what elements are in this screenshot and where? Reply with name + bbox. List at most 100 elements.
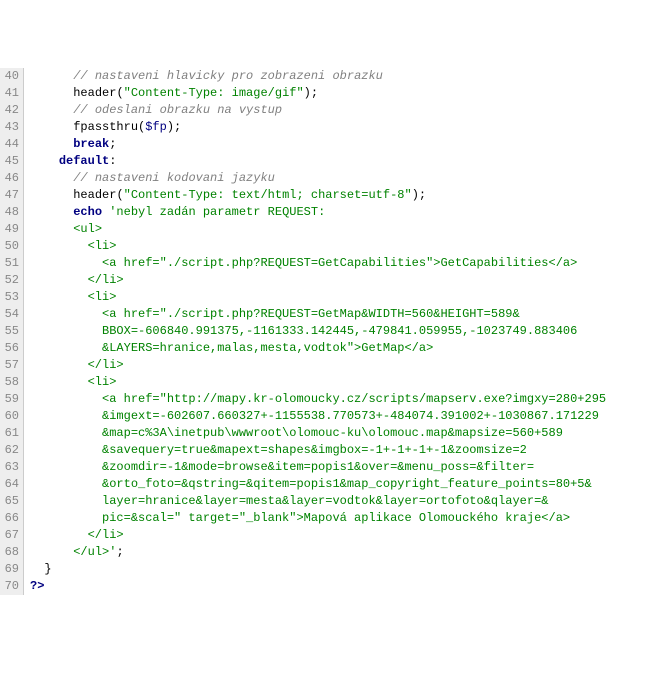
code-content: // nastaveni hlavicky pro zobrazeni obra…: [24, 68, 606, 595]
code-token: <a href="./script.php?REQUEST=GetMap&WID…: [102, 307, 520, 321]
code-line: header("Content-Type: image/gif");: [30, 85, 606, 102]
line-number: 51: [2, 255, 19, 272]
code-line: &savequery=true&mapext=shapes&imgbox=-1+…: [30, 442, 606, 459]
code-token: </li>: [88, 358, 124, 372]
code-token: );: [412, 188, 426, 202]
code-editor: 4041424344454647484950515253545556575859…: [0, 68, 669, 595]
code-token: pic=&scal=" target="_blank">Mapová aplik…: [102, 511, 570, 525]
code-line: // nastaveni hlavicky pro zobrazeni obra…: [30, 68, 606, 85]
code-line: &imgext=-602607.660327+-1155538.770573+-…: [30, 408, 606, 425]
line-number: 45: [2, 153, 19, 170]
code-line: <ul>: [30, 221, 606, 238]
code-token: layer=hranice&layer=mesta&layer=vodtok&l…: [102, 494, 548, 508]
line-number: 63: [2, 459, 19, 476]
line-number: 47: [2, 187, 19, 204]
code-line: break;: [30, 136, 606, 153]
code-line: &map=c%3A\inetpub\wwwroot\olomouc-ku\olo…: [30, 425, 606, 442]
code-token: // odeslani obrazku na vystup: [73, 103, 282, 117]
code-token: &LAYERS=hranice,malas,mesta,vodtok">GetM…: [102, 341, 433, 355]
line-number: 52: [2, 272, 19, 289]
code-token: &imgext=-602607.660327+-1155538.770573+-…: [102, 409, 599, 423]
code-token: echo: [73, 205, 102, 219]
line-number: 58: [2, 374, 19, 391]
code-token: 'nebyl zadán parametr REQUEST:: [109, 205, 325, 219]
code-token: );: [167, 120, 181, 134]
code-token: </li>: [88, 273, 124, 287]
code-line: <li>: [30, 238, 606, 255]
line-number: 60: [2, 408, 19, 425]
code-line: <li>: [30, 289, 606, 306]
code-line: <li>: [30, 374, 606, 391]
line-number: 68: [2, 544, 19, 561]
code-token: &map=c%3A\inetpub\wwwroot\olomouc-ku\olo…: [102, 426, 563, 440]
code-line: &zoomdir=-1&mode=browse&item=popis1&over…: [30, 459, 606, 476]
line-number: 69: [2, 561, 19, 578]
code-line: }: [30, 561, 606, 578]
line-number: 57: [2, 357, 19, 374]
line-number: 53: [2, 289, 19, 306]
code-line: // odeslani obrazku na vystup: [30, 102, 606, 119]
code-token: :: [109, 154, 116, 168]
line-number: 64: [2, 476, 19, 493]
code-line: <a href="http://mapy.kr-olomoucky.cz/scr…: [30, 391, 606, 408]
code-line: layer=hranice&layer=mesta&layer=vodtok&l…: [30, 493, 606, 510]
line-number: 40: [2, 68, 19, 85]
code-token: "Content-Type: text/html; charset=utf-8": [124, 188, 412, 202]
code-token: );: [304, 86, 318, 100]
code-line: &orto_foto=&qstring=&qitem=popis1&map_co…: [30, 476, 606, 493]
line-number-gutter: 4041424344454647484950515253545556575859…: [0, 68, 24, 595]
line-number: 49: [2, 221, 19, 238]
code-line: </li>: [30, 527, 606, 544]
code-token: default: [59, 154, 109, 168]
line-number: 54: [2, 306, 19, 323]
code-line: default:: [30, 153, 606, 170]
code-token: &savequery=true&mapext=shapes&imgbox=-1+…: [102, 443, 527, 457]
code-token: (: [116, 188, 123, 202]
code-line: </li>: [30, 272, 606, 289]
code-line: pic=&scal=" target="_blank">Mapová aplik…: [30, 510, 606, 527]
code-token: ;: [109, 137, 116, 151]
code-token: header: [73, 188, 116, 202]
code-token: <li>: [88, 375, 117, 389]
line-number: 48: [2, 204, 19, 221]
code-token: &orto_foto=&qstring=&qitem=popis1&map_co…: [102, 477, 592, 491]
code-line: fpassthru($fp);: [30, 119, 606, 136]
line-number: 50: [2, 238, 19, 255]
code-token: ?>: [30, 579, 44, 593]
line-number: 67: [2, 527, 19, 544]
code-token: <ul>: [73, 222, 102, 236]
code-line: <a href="./script.php?REQUEST=GetCapabil…: [30, 255, 606, 272]
line-number: 46: [2, 170, 19, 187]
code-line: BBOX=-606840.991375,-1161333.142445,-479…: [30, 323, 606, 340]
line-number: 41: [2, 85, 19, 102]
code-token: // nastaveni hlavicky pro zobrazeni obra…: [73, 69, 383, 83]
code-token: </ul>': [73, 545, 116, 559]
line-number: 56: [2, 340, 19, 357]
line-number: 55: [2, 323, 19, 340]
code-token: <li>: [88, 239, 117, 253]
code-line: &LAYERS=hranice,malas,mesta,vodtok">GetM…: [30, 340, 606, 357]
code-token: break: [73, 137, 109, 151]
line-number: 65: [2, 493, 19, 510]
line-number: 42: [2, 102, 19, 119]
code-line: ?>: [30, 578, 606, 595]
line-number: 62: [2, 442, 19, 459]
code-token: </li>: [88, 528, 124, 542]
code-token: <li>: [88, 290, 117, 304]
code-token: ;: [116, 545, 123, 559]
line-number: 61: [2, 425, 19, 442]
line-number: 43: [2, 119, 19, 136]
line-number: 70: [2, 578, 19, 595]
code-line: <a href="./script.php?REQUEST=GetMap&WID…: [30, 306, 606, 323]
code-token: BBOX=-606840.991375,-1161333.142445,-479…: [102, 324, 577, 338]
code-token: <a href="http://mapy.kr-olomoucky.cz/scr…: [102, 392, 606, 406]
line-number: 59: [2, 391, 19, 408]
code-line: // nastaveni kodovani jazyku: [30, 170, 606, 187]
code-token: fpassthru: [73, 120, 138, 134]
code-line: </ul>';: [30, 544, 606, 561]
line-number: 44: [2, 136, 19, 153]
line-number: 66: [2, 510, 19, 527]
code-token: header: [73, 86, 116, 100]
code-token: <a href="./script.php?REQUEST=GetCapabil…: [102, 256, 577, 270]
code-token: &zoomdir=-1&mode=browse&item=popis1&over…: [102, 460, 534, 474]
